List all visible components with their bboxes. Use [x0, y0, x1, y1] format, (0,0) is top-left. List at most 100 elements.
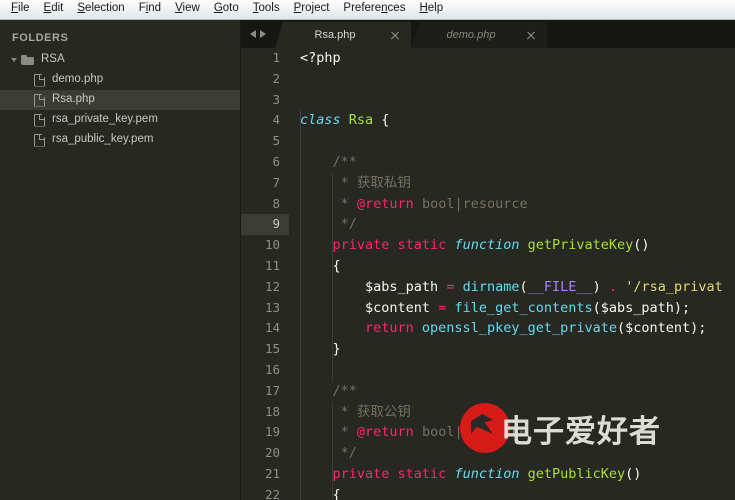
- sidebar-file-tree[interactable]: FOLDERS RSA demo.php Rsa.php rsa_private_k…: [0, 20, 241, 500]
- tab-close-icon[interactable]: [387, 27, 403, 43]
- tab-nav-arrows[interactable]: [241, 20, 275, 48]
- code-token: }: [300, 341, 341, 358]
- line-number: 13: [264, 299, 280, 315]
- line-number: 7: [272, 174, 280, 190]
- code-line[interactable]: * @return bool|resource: [289, 194, 735, 215]
- code-token: {: [381, 112, 390, 129]
- code-token: *: [300, 424, 357, 441]
- code-token: {: [300, 257, 341, 274]
- sidebar-file-Rsa-php[interactable]: Rsa.php: [0, 90, 240, 110]
- code-line[interactable]: {: [289, 256, 735, 277]
- code-token: private static: [300, 237, 455, 254]
- code-token: @return: [356, 424, 414, 441]
- code-editor[interactable]: 1234567891011121314151617181920212223242…: [241, 48, 735, 500]
- code-token: ($content);: [617, 320, 707, 337]
- code-token: private static: [300, 465, 455, 482]
- menu-mnemonic: G: [213, 2, 223, 15]
- file-icon: [34, 114, 45, 127]
- tab-demo-php[interactable]: demo.php: [411, 22, 547, 48]
- menu-item-tools[interactable]: Tools: [246, 1, 287, 18]
- menu-item-help[interactable]: Help: [412, 1, 450, 18]
- line-number: 15: [264, 341, 280, 357]
- code-line[interactable]: [289, 90, 735, 111]
- code-line[interactable]: */: [289, 443, 735, 464]
- code-line[interactable]: class Rsa {: [289, 110, 735, 131]
- line-number: 14: [264, 320, 280, 336]
- line-number: 19: [264, 424, 280, 440]
- code-token: return: [300, 320, 422, 337]
- sidebar-file-rsa_public_key-pem[interactable]: rsa_public_key.pem: [0, 130, 240, 150]
- code-line[interactable]: */: [289, 214, 735, 235]
- sidebar-file-label: rsa_public_key.pem: [52, 133, 154, 146]
- sidebar-file-rsa_private_key-pem[interactable]: rsa_private_key.pem: [0, 110, 240, 130]
- code-line[interactable]: <?php: [289, 48, 735, 69]
- code-text[interactable]: <?php class Rsa { /** * 获取私钥 * @return b…: [289, 48, 735, 500]
- line-number: 17: [264, 382, 280, 398]
- menu-item-selection[interactable]: Selection: [70, 1, 131, 18]
- code-token: *: [300, 174, 357, 191]
- code-token: /**: [300, 153, 357, 170]
- code-token: $abs_path: [300, 278, 447, 295]
- menu-mnemonic: H: [419, 2, 428, 15]
- line-number: 11: [264, 257, 280, 273]
- code-line[interactable]: * 获取公钥: [289, 402, 735, 423]
- code-line[interactable]: {: [289, 485, 735, 500]
- code-token: getPublicKey: [527, 465, 626, 482]
- menu-item-view[interactable]: View: [168, 1, 207, 18]
- workspace: FOLDERS RSA demo.php Rsa.php rsa_private_k…: [0, 20, 735, 500]
- code-line[interactable]: $abs_path = dirname(__FILE__) . '/rsa_pr…: [289, 277, 735, 298]
- code-token: {: [300, 486, 341, 500]
- code-token: =: [438, 299, 455, 316]
- code-line[interactable]: [289, 360, 735, 381]
- code-line[interactable]: $content = file_get_contents($abs_path);: [289, 298, 735, 319]
- code-line[interactable]: * 获取私钥: [289, 173, 735, 194]
- code-token: */: [300, 216, 357, 233]
- code-line[interactable]: /**: [289, 381, 735, 402]
- sidebar-folder-rsa[interactable]: RSA: [0, 50, 240, 70]
- code-token: *: [300, 403, 357, 420]
- menu-mnemonic: V: [175, 2, 183, 15]
- code-line[interactable]: }: [289, 339, 735, 360]
- code-line[interactable]: /**: [289, 152, 735, 173]
- chevron-down-icon[interactable]: [11, 58, 17, 62]
- menu-item-file[interactable]: File: [4, 1, 37, 18]
- tab-close-icon[interactable]: [523, 27, 539, 43]
- code-token: /**: [300, 382, 357, 399]
- nav-prev-icon[interactable]: [250, 30, 256, 38]
- code-line[interactable]: private static function getPrivateKey(): [289, 235, 735, 256]
- line-number: 21: [264, 465, 280, 481]
- tab-label: Rsa.php: [314, 28, 356, 41]
- menu-mnemonic: P: [293, 2, 302, 15]
- line-number: 9: [241, 214, 289, 236]
- menu-item-goto[interactable]: Goto: [207, 1, 246, 18]
- code-token: dirname: [462, 278, 520, 295]
- code-line[interactable]: * @return bool|resource: [289, 422, 735, 443]
- folder-icon: [21, 55, 34, 65]
- code-token: '/rsa_privat: [625, 278, 723, 295]
- code-line[interactable]: [289, 69, 735, 90]
- file-icon: [34, 74, 45, 87]
- code-token: <?php: [300, 50, 341, 66]
- line-number: 1: [272, 50, 280, 65]
- file-icon: [34, 134, 45, 147]
- menu-item-find[interactable]: Find: [132, 1, 168, 18]
- menu-item-edit[interactable]: Edit: [37, 1, 71, 18]
- editor-pane: Rsa.php demo.php 1 2 3 4 5 6 7 8 9 10 11 12 13 14 15 16 1…: [241, 20, 735, 500]
- code-token: getPrivateKey: [527, 237, 634, 254]
- code-token: 获取私钥: [356, 174, 411, 191]
- line-number: 12: [264, 278, 280, 294]
- code-line[interactable]: [289, 131, 735, 152]
- code-line[interactable]: private static function getPublicKey(): [289, 464, 735, 485]
- menu-item-preferences[interactable]: Preferences: [336, 1, 412, 18]
- sidebar-file-demo-php[interactable]: demo.php: [0, 70, 240, 90]
- code-token: function: [454, 465, 528, 482]
- code-token: $content: [300, 299, 439, 316]
- line-number: 5: [272, 133, 280, 149]
- code-token: Rsa: [348, 112, 382, 129]
- tab-Rsa-php[interactable]: Rsa.php: [275, 22, 411, 48]
- nav-next-icon[interactable]: [260, 30, 266, 38]
- line-number: 3: [272, 91, 280, 107]
- menu-item-project[interactable]: Project: [287, 1, 337, 18]
- code-line[interactable]: return openssl_pkey_get_private($content…: [289, 318, 735, 339]
- line-number: 8: [272, 195, 280, 211]
